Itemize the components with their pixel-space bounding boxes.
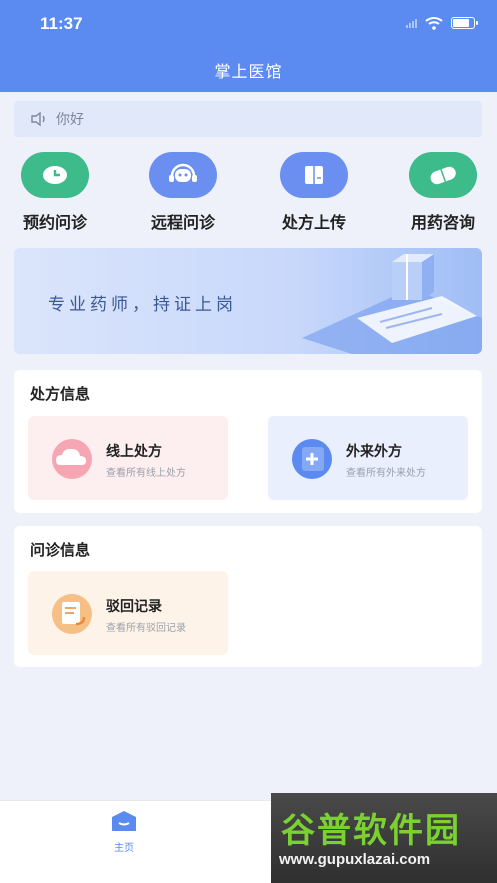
tile-subtitle: 查看所有驳回记录 (106, 623, 186, 634)
document-return-icon (52, 594, 92, 634)
status-icons (406, 16, 478, 30)
watermark-line1: 谷普软件园 (281, 811, 461, 851)
battery-icon (451, 17, 478, 29)
wifi-icon (425, 17, 443, 30)
page-title: 掌上医馆 (214, 62, 283, 81)
tile-title: 外来外方 (346, 444, 402, 460)
quick-action-label: 处方上传 (281, 213, 346, 232)
quick-action-medication[interactable]: 用药咨询 (388, 152, 497, 233)
banner-text: 专业药师，持证上岗 (48, 295, 237, 315)
cloud-icon (52, 439, 92, 479)
tile-subtitle: 查看所有外来处方 (346, 468, 426, 479)
quick-action-upload[interactable]: 处方上传 (259, 152, 369, 233)
tile-external-prescription[interactable]: 外来外方 查看所有外来处方 (268, 416, 468, 500)
tab-home[interactable]: 主页 (104, 809, 144, 854)
tile-online-prescription[interactable]: 线上处方 查看所有线上处方 (28, 416, 228, 500)
consult-section-title: 问诊信息 (30, 541, 91, 559)
quick-action-label: 预约问诊 (22, 213, 87, 232)
quick-action-appointment[interactable]: 预约问诊 (0, 152, 110, 233)
tile-title: 线上处方 (106, 444, 162, 460)
banner-illustration (302, 254, 482, 354)
quick-action-remote[interactable]: 远程问诊 (128, 152, 238, 233)
watermark-logo: 谷普软件园 www.gupuxlazai.com (271, 793, 497, 883)
quick-action-label: 远程问诊 (150, 213, 215, 232)
pill-icon (409, 152, 477, 198)
tile-rejection-record[interactable]: 驳回记录 查看所有驳回记录 (28, 571, 228, 655)
app-header: 11:37 掌上医馆 (0, 0, 497, 92)
clock-icon (21, 152, 89, 198)
headset-chat-icon (149, 152, 217, 198)
book-icon (280, 152, 348, 198)
prescription-section-title: 处方信息 (30, 385, 91, 403)
tab-home-label: 主页 (114, 843, 134, 854)
status-bar: 11:37 (0, 0, 497, 48)
signal-icon (406, 18, 417, 28)
notice-bar[interactable]: 你好 (14, 101, 482, 137)
notice-text: 你好 (56, 112, 84, 128)
status-time: 11:37 (40, 14, 83, 33)
quick-actions: 预约问诊 远程问诊 处方上传 用药咨询 (0, 152, 497, 242)
prescription-card: 处方信息 线上处方 查看所有线上处方 外来外方 查看所有外来处方 (14, 370, 482, 513)
consult-card: 问诊信息 驳回记录 查看所有驳回记录 (14, 526, 482, 667)
notebook-add-icon (292, 439, 332, 479)
promo-banner[interactable]: 专业药师，持证上岗 (14, 248, 482, 354)
tile-subtitle: 查看所有线上处方 (106, 468, 186, 479)
watermark-line2: www.gupuxlazai.com (279, 851, 431, 868)
speaker-icon (31, 111, 45, 127)
quick-action-label: 用药咨询 (410, 213, 475, 232)
tile-title: 驳回记录 (106, 599, 162, 615)
home-icon (112, 811, 136, 831)
